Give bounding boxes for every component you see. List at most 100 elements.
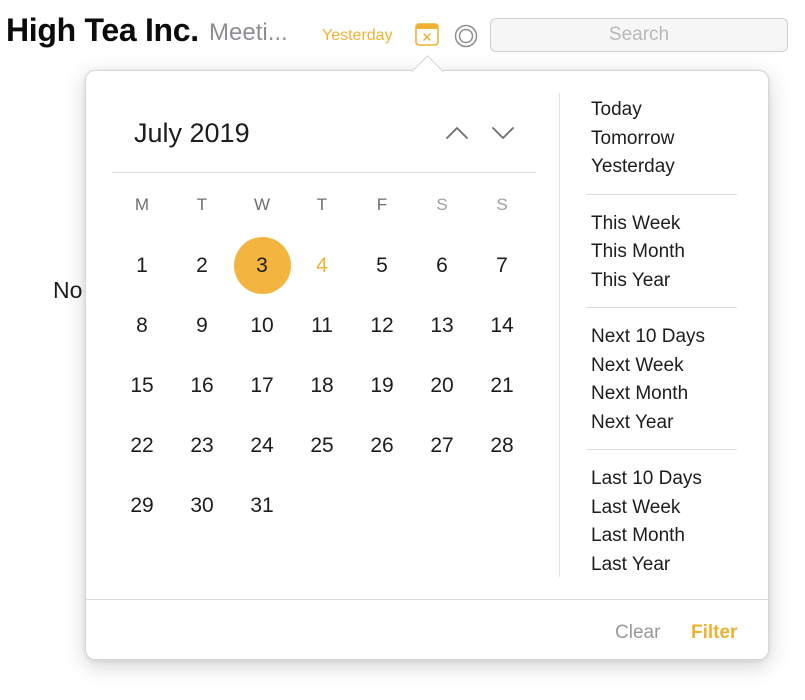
quick-range-group: Today Tomorrow Yesterday xyxy=(591,96,741,182)
app-title: High Tea Inc. xyxy=(6,12,199,48)
calendar-day[interactable]: 28 xyxy=(472,416,532,476)
day-number: 19 xyxy=(370,374,394,397)
day-number: 11 xyxy=(311,314,333,337)
day-number: 4 xyxy=(316,254,328,277)
calendar-day[interactable]: 22 xyxy=(112,416,172,476)
calendar-day[interactable]: 30 xyxy=(172,476,232,536)
quick-range-item[interactable]: Next Month xyxy=(591,380,741,409)
quick-range-item[interactable]: Next Week xyxy=(591,352,741,381)
month-title: July 2019 xyxy=(134,118,250,148)
search-input[interactable] xyxy=(490,18,788,52)
weekday-label: S xyxy=(436,195,448,214)
calendar-day[interactable]: 20 xyxy=(412,356,472,416)
calendar-day[interactable]: 12 xyxy=(352,296,412,356)
day-number: 6 xyxy=(436,254,448,277)
day-number: 12 xyxy=(370,314,394,337)
active-date-filter[interactable]: Yesterday xyxy=(322,27,393,45)
quick-range-list: Today Tomorrow Yesterday This Week This Mont… xyxy=(587,96,741,579)
quick-range-item[interactable]: This Year xyxy=(591,267,741,296)
quick-range-item[interactable]: Last 10 Days xyxy=(591,465,741,494)
calendar-day[interactable]: 1 xyxy=(112,236,172,296)
day-number: 5 xyxy=(376,254,388,277)
weekday-label: S xyxy=(496,195,508,214)
target-ring-icon[interactable] xyxy=(454,24,478,48)
quick-range-item[interactable]: Last Week xyxy=(591,494,741,523)
calendar-day[interactable]: 19 xyxy=(352,356,412,416)
weekday-label: T xyxy=(316,195,328,214)
calendar-day[interactable]: 17 xyxy=(232,356,292,416)
note-title[interactable]: Meeti... xyxy=(209,19,288,47)
calendar-day[interactable]: 29 xyxy=(112,476,172,536)
day-number: 30 xyxy=(190,494,214,517)
quick-range-divider xyxy=(587,449,737,450)
calendar-day[interactable]: 27 xyxy=(412,416,472,476)
calendar-day[interactable]: 6 xyxy=(412,236,472,296)
calendar-day-selected[interactable]: 3 xyxy=(232,236,292,296)
month-divider xyxy=(112,172,536,173)
day-number: 10 xyxy=(250,314,274,337)
calendar-day[interactable]: 31 xyxy=(232,476,292,536)
clear-button[interactable]: Clear xyxy=(615,622,660,644)
weekday-label: T xyxy=(196,195,208,214)
quick-range-item[interactable]: Next Year xyxy=(591,409,741,438)
day-number: 2 xyxy=(196,254,208,277)
quick-range-item[interactable]: Today xyxy=(591,96,741,125)
calendar-day-today[interactable]: 4 xyxy=(292,236,352,296)
calendar-grid: 1 2 3 4 5 6 7 8 9 10 11 12 13 14 15 16 17 18 19 20 21 22 23 24 2… xyxy=(112,236,532,536)
calendar-day[interactable]: 24 xyxy=(232,416,292,476)
day-number: 23 xyxy=(190,434,214,457)
quick-range-divider xyxy=(587,193,737,195)
background-note-text: No xyxy=(53,277,83,303)
footer-divider xyxy=(86,599,768,600)
calendar-day[interactable]: 7 xyxy=(472,236,532,296)
day-number: 8 xyxy=(136,314,148,337)
calendar-day[interactable]: 8 xyxy=(112,296,172,356)
calendar-day[interactable]: 5 xyxy=(352,236,412,296)
day-number: 14 xyxy=(490,314,514,337)
chevron-up-icon[interactable] xyxy=(443,121,471,145)
calendar-day[interactable]: 23 xyxy=(172,416,232,476)
day-number: 22 xyxy=(130,434,154,457)
calendar-day[interactable]: 21 xyxy=(472,356,532,416)
calendar-day[interactable]: 2 xyxy=(172,236,232,296)
quick-range-divider xyxy=(587,307,737,308)
calendar-day[interactable]: 9 xyxy=(172,296,232,356)
day-number: 25 xyxy=(310,434,334,457)
calendar-day[interactable]: 26 xyxy=(352,416,412,476)
weekday-label: F xyxy=(376,195,388,214)
filter-button[interactable]: Filter xyxy=(691,622,737,644)
calendar-day[interactable]: 25 xyxy=(292,416,352,476)
calendar-day[interactable]: 10 xyxy=(232,296,292,356)
chevron-down-icon[interactable] xyxy=(489,121,517,145)
day-number: 9 xyxy=(196,314,208,337)
calendar-day[interactable]: 15 xyxy=(112,356,172,416)
calendar-day[interactable]: 11 xyxy=(292,296,352,356)
calendar-clear-icon[interactable] xyxy=(415,23,439,46)
calendar-day[interactable]: 18 xyxy=(292,356,352,416)
day-number: 21 xyxy=(490,374,514,397)
quick-range-item[interactable]: Last Month xyxy=(591,522,741,551)
day-number: 17 xyxy=(250,374,274,397)
day-number: 16 xyxy=(190,374,214,397)
day-number: 28 xyxy=(490,434,514,457)
day-number: 26 xyxy=(370,434,394,457)
day-number: 20 xyxy=(430,374,454,397)
day-number: 13 xyxy=(430,314,454,337)
quick-range-group: Last 10 Days Last Week Last Month Last Year xyxy=(591,465,741,579)
calendar-day[interactable]: 13 xyxy=(412,296,472,356)
day-number: 31 xyxy=(250,494,274,517)
day-number: 18 xyxy=(310,374,334,397)
day-number: 27 xyxy=(430,434,454,457)
calendar-day[interactable]: 16 xyxy=(172,356,232,416)
quick-range-item[interactable]: This Month xyxy=(591,238,741,267)
quick-range-group: Next 10 Days Next Week Next Month Next Year xyxy=(591,323,741,437)
calendar-day[interactable]: 14 xyxy=(472,296,532,356)
quick-range-item[interactable]: Next 10 Days xyxy=(591,323,741,352)
quick-range-item[interactable]: This Week xyxy=(591,210,741,239)
weekday-label: M xyxy=(134,195,150,214)
quick-range-item[interactable]: Yesterday xyxy=(591,153,741,182)
day-number: 15 xyxy=(130,374,154,397)
quick-range-item[interactable]: Tomorrow xyxy=(591,125,741,154)
date-filter-popover: July 2019 MTWTFSS 1 2 3 4 5 6 7 8 9 10 11 12 13 14 15 1… xyxy=(85,55,769,660)
quick-range-item[interactable]: Last Year xyxy=(591,551,741,580)
